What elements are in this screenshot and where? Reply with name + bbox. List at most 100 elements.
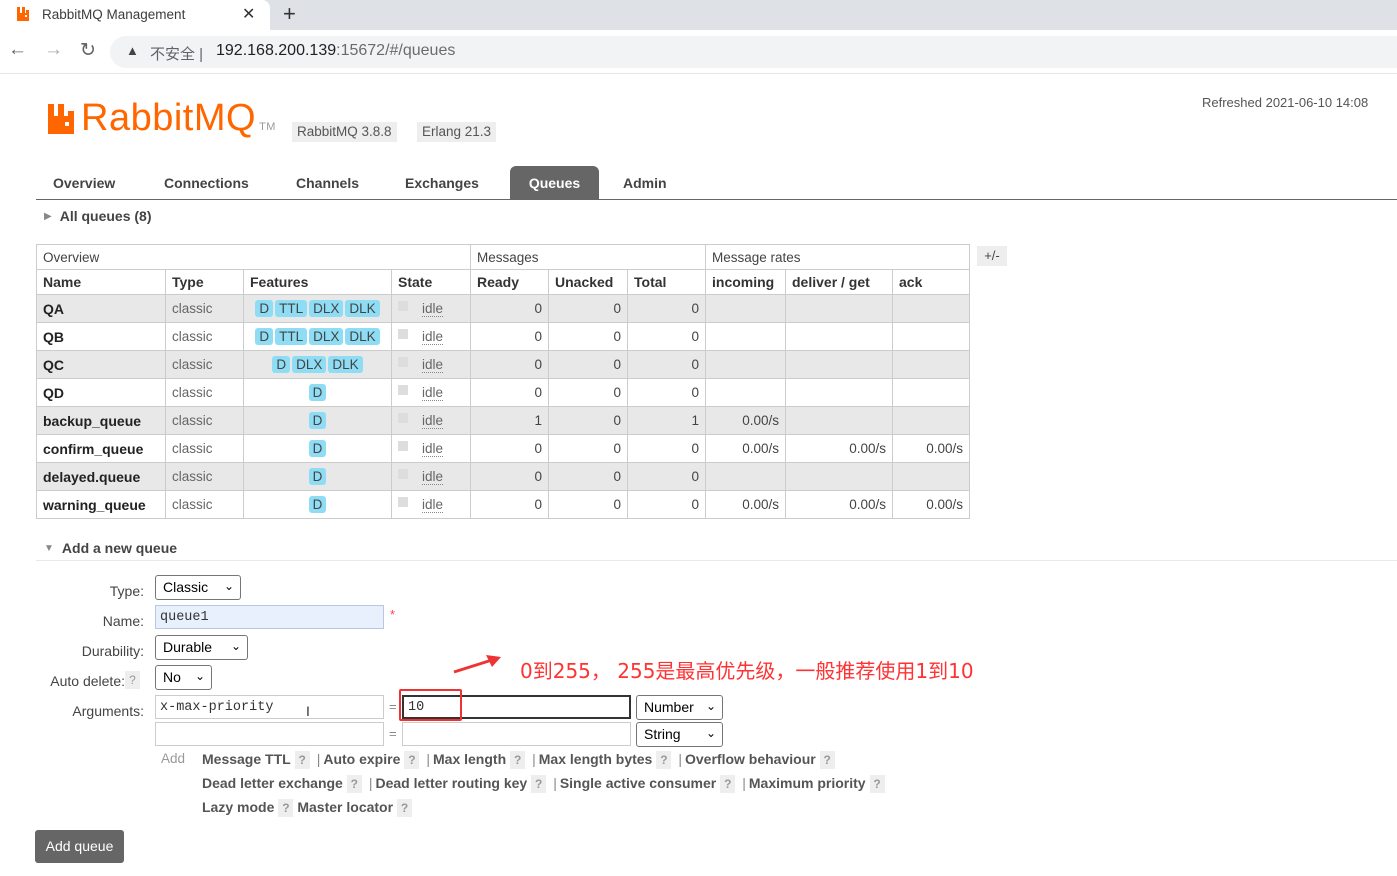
- queue-name-link[interactable]: delayed.queue: [36, 462, 166, 491]
- col-ack[interactable]: ack: [892, 269, 970, 295]
- durability-select[interactable]: Durable ⌄: [155, 635, 248, 660]
- total-count: 0: [627, 462, 706, 491]
- tab-admin[interactable]: Admin: [623, 166, 667, 200]
- forward-icon[interactable]: →: [44, 39, 63, 61]
- help-icon[interactable]: ?: [510, 751, 526, 769]
- reload-icon[interactable]: ↻: [80, 39, 96, 62]
- queue-name-link[interactable]: backup_queue: [36, 406, 166, 435]
- argument-shortcut-link[interactable]: Overflow behaviour: [685, 751, 816, 767]
- queue-name-input[interactable]: [155, 605, 384, 629]
- queue-name-link[interactable]: warning_queue: [36, 490, 166, 519]
- argument-shortcut-link[interactable]: Dead letter exchange: [202, 775, 343, 791]
- table-row[interactable]: backup_queue classic Didle 1 0 1 0.00/s: [36, 406, 970, 435]
- argument-shortcut-link[interactable]: Dead letter routing key: [375, 775, 527, 791]
- auto-delete-select[interactable]: No ⌄: [155, 665, 212, 690]
- help-icon[interactable]: ?: [656, 751, 672, 769]
- address-bar[interactable]: ▲ 不安全 | 192.168.200.139:15672/#/queues: [110, 36, 1397, 68]
- tab-queues[interactable]: Queues: [510, 166, 599, 200]
- table-row[interactable]: QD classic Didle 0 0 0: [36, 378, 970, 407]
- help-icon[interactable]: ?: [278, 799, 294, 817]
- queue-state: idle: [391, 350, 471, 379]
- queue-type: classic: [165, 294, 244, 323]
- queue-features: D: [243, 406, 392, 435]
- arg-key-input-1[interactable]: [155, 695, 384, 719]
- col-features[interactable]: Features: [243, 269, 392, 295]
- arg-key-input-2[interactable]: [155, 722, 384, 746]
- ack-rate: [892, 294, 970, 323]
- new-tab-icon[interactable]: +: [283, 1, 296, 27]
- type-select[interactable]: Classic ⌄: [155, 575, 241, 600]
- arg-value-input-2[interactable]: [402, 722, 631, 746]
- close-icon[interactable]: ✕: [242, 4, 255, 24]
- browser-tab[interactable]: RabbitMQ Management ✕: [0, 0, 270, 30]
- help-icon[interactable]: ?: [294, 751, 310, 769]
- col-ready[interactable]: Ready: [470, 269, 549, 295]
- col-state[interactable]: State: [391, 269, 471, 295]
- help-icon[interactable]: ?: [404, 751, 420, 769]
- tab-overview[interactable]: Overview: [53, 166, 115, 200]
- queue-name-link[interactable]: confirm_queue: [36, 434, 166, 463]
- argument-shortcut-link[interactable]: Max length bytes: [539, 751, 653, 767]
- argument-shortcut-link[interactable]: Master locator: [297, 799, 393, 815]
- incoming-rate: [705, 462, 786, 491]
- tab-connections[interactable]: Connections: [164, 166, 249, 200]
- argument-shortcut-link[interactable]: Max length: [433, 751, 506, 767]
- state-indicator-icon: [398, 329, 408, 339]
- help-icon[interactable]: ?: [397, 799, 413, 817]
- table-row[interactable]: QA classic D TTL DLX DLK idle 0 0 0: [36, 294, 970, 323]
- queue-name-link[interactable]: QB: [36, 322, 166, 351]
- add-queue-button[interactable]: Add queue: [35, 830, 124, 863]
- erlang-badge: Erlang 21.3: [417, 122, 497, 142]
- help-icon[interactable]: ?: [869, 775, 885, 793]
- feature-badge: TTL: [275, 300, 308, 317]
- col-name[interactable]: Name: [36, 269, 166, 295]
- help-icon[interactable]: ?: [531, 775, 547, 793]
- all-queues-toggle[interactable]: ▶ All queues (8): [44, 208, 152, 224]
- ack-rate: [892, 462, 970, 491]
- queue-name-link[interactable]: QC: [36, 350, 166, 379]
- argument-shortcut-link[interactable]: Maximum priority: [749, 775, 866, 791]
- argument-shortcut-link[interactable]: Lazy mode: [202, 799, 274, 815]
- help-icon[interactable]: ?: [720, 775, 736, 793]
- queue-name-link[interactable]: QA: [36, 294, 166, 323]
- col-unacked[interactable]: Unacked: [548, 269, 628, 295]
- arg-type-select-1[interactable]: Number ⌄: [636, 695, 723, 720]
- queue-features: D TTL DLX DLK: [243, 322, 392, 351]
- queue-name-link[interactable]: QD: [36, 378, 166, 407]
- table-row[interactable]: QB classic D TTL DLX DLK idle 0 0 0: [36, 322, 970, 351]
- state-indicator-icon: [398, 357, 408, 367]
- feature-badge: D: [308, 468, 327, 485]
- browser-tabbar: RabbitMQ Management ✕ +: [0, 0, 1397, 30]
- total-count: 0: [627, 350, 706, 379]
- warning-icon[interactable]: ▲: [126, 43, 139, 58]
- arg-type-select-2[interactable]: String ⌄: [636, 722, 723, 747]
- auto-delete-help-icon[interactable]: ?: [125, 671, 140, 689]
- back-icon[interactable]: ←: [8, 39, 27, 61]
- col-deliver-get[interactable]: deliver / get: [785, 269, 893, 295]
- help-icon[interactable]: ?: [346, 775, 362, 793]
- help-icon[interactable]: ?: [819, 751, 835, 769]
- col-type[interactable]: Type: [165, 269, 244, 295]
- argument-shortcut-link[interactable]: Auto expire: [323, 751, 400, 767]
- queue-type: classic: [165, 490, 244, 519]
- table-row[interactable]: warning_queue classic Didle 0 0 0 0.00/s 0.00/s…: [36, 490, 970, 519]
- state-indicator-icon: [398, 413, 408, 423]
- incoming-rate: [705, 322, 786, 351]
- table-row[interactable]: delayed.queue classic Didle 0 0 0: [36, 462, 970, 491]
- argument-shortcut-link[interactable]: Single active consumer: [560, 775, 716, 791]
- state-label: idle: [422, 301, 444, 317]
- ready-count: 0: [470, 350, 549, 379]
- col-total[interactable]: Total: [627, 269, 706, 295]
- table-row[interactable]: confirm_queue classic Didle 0 0 0 0.00/s 0.00/s…: [36, 434, 970, 463]
- logo-tm: TM: [259, 121, 276, 133]
- rabbitmq-logo-icon: [48, 104, 74, 134]
- state-label: idle: [422, 357, 444, 373]
- tab-exchanges[interactable]: Exchanges: [405, 166, 479, 200]
- tab-channels[interactable]: Channels: [296, 166, 359, 200]
- columns-toggle-button[interactable]: +/-: [977, 246, 1007, 266]
- add-queue-toggle[interactable]: ▼ Add a new queue: [44, 540, 177, 556]
- deliver-get-rate: [785, 462, 893, 491]
- table-row[interactable]: QC classic D DLX DLK idle 0 0 0: [36, 350, 970, 379]
- col-incoming[interactable]: incoming: [705, 269, 786, 295]
- argument-shortcut-link[interactable]: Message TTL: [202, 751, 291, 767]
